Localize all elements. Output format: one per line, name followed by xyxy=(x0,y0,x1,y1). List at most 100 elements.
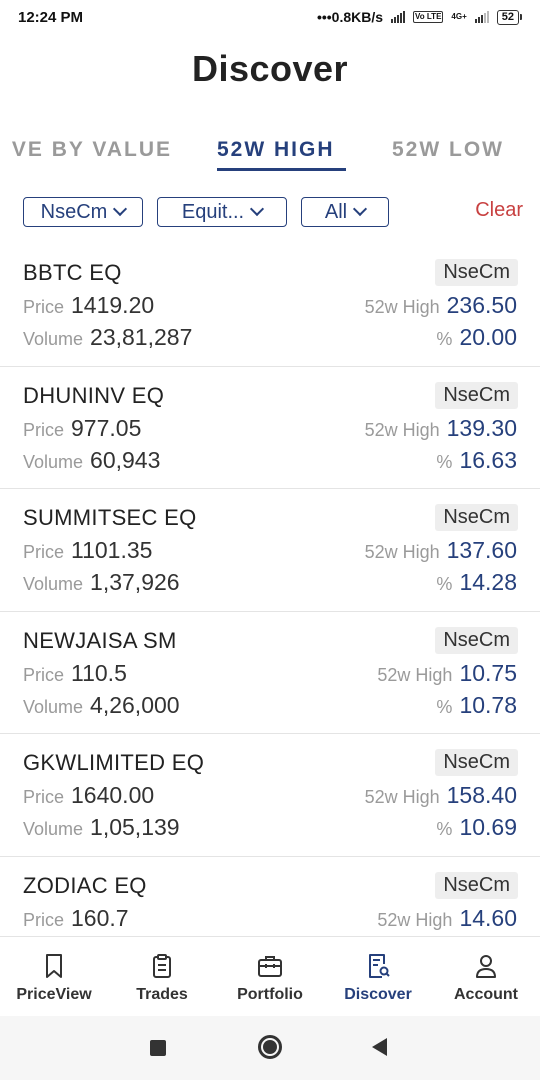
exchange-dropdown[interactable]: NseCm xyxy=(23,197,143,227)
pct-line: % 20.00 xyxy=(436,324,517,351)
net-speed-indicator: •••0.8KB/s xyxy=(316,9,384,25)
stock-row[interactable]: NEWJAISA SM NseCm Price 110.5 Volume 4,26,… xyxy=(0,612,540,734)
recent-apps-button[interactable] xyxy=(150,1040,166,1056)
battery-icon: 52 xyxy=(496,9,522,25)
status-bar: 12:24 PM •••0.8KB/s Vo LTE 4G+ 52 xyxy=(0,0,540,34)
briefcase-icon xyxy=(258,956,282,977)
pct-value: 10.78 xyxy=(459,691,517,718)
stock-symbol: ZODIAC EQ xyxy=(23,872,147,898)
volume-label: Volume xyxy=(23,574,84,594)
stock-row[interactable]: BBTC EQ NseCm Price 1419.20 Volume 23,81,2… xyxy=(0,244,540,367)
high-line: 52w High 14.60 xyxy=(377,905,517,932)
volume-line: Volume 1,05,139 xyxy=(23,814,180,841)
high-value: 14.60 xyxy=(459,904,517,931)
page-title: Discover xyxy=(191,48,349,89)
signal-icon xyxy=(391,11,406,23)
high-value: 236.50 xyxy=(446,292,517,318)
nav-trades[interactable]: Trades xyxy=(108,937,216,1017)
nav-discover[interactable]: Discover xyxy=(324,937,432,1017)
high-label: 52w High xyxy=(364,419,440,440)
volume-label: Volume xyxy=(23,696,84,717)
group-dropdown[interactable]: All xyxy=(301,197,389,227)
price-label: Price xyxy=(23,542,65,562)
price-value: 160.7 xyxy=(71,904,129,931)
chevron-down-icon xyxy=(353,201,368,217)
exchange-dropdown-value: NseCm xyxy=(40,200,108,223)
price-value: 1101.35 xyxy=(71,537,153,563)
stock-row[interactable]: GKWLIMITED EQ NseCm Price 1640.00 Volume 1… xyxy=(0,734,540,857)
stock-row[interactable]: DHUNINV EQ NseCm Price 977.05 Volume 60,94… xyxy=(0,367,540,489)
system-nav-bar xyxy=(0,1016,540,1080)
volume-label: Volume xyxy=(23,329,84,349)
home-button[interactable] xyxy=(258,1035,282,1059)
discover-tabs: VE BY VALUE 52W HIGH 52W LOW xyxy=(0,138,540,178)
pct-label: % xyxy=(436,819,453,839)
price-line: Price 1101.35 xyxy=(23,537,152,564)
user-icon xyxy=(476,955,496,978)
volume-value: 1,37,926 xyxy=(90,569,180,595)
net-speed: 0.8KB/s xyxy=(331,9,384,25)
status-icons: •••0.8KB/s Vo LTE 4G+ 52 xyxy=(317,9,522,25)
nav-account[interactable]: Account xyxy=(432,937,540,1017)
clear-filters-button[interactable]: Clear xyxy=(475,199,523,222)
tab-52w-high[interactable]: 52W HIGH xyxy=(217,138,335,162)
pct-value: 10.69 xyxy=(459,814,517,840)
price-label: Price xyxy=(23,787,65,807)
stock-list[interactable]: BBTC EQ NseCm Price 1419.20 Volume 23,81,2… xyxy=(0,244,540,936)
pct-label: % xyxy=(436,696,453,717)
volume-value: 60,943 xyxy=(90,446,161,473)
status-time: 12:24 PM xyxy=(18,8,84,26)
tab-active-by-value[interactable]: VE BY VALUE xyxy=(12,138,172,162)
nav-label: Discover xyxy=(344,986,412,1003)
exchange-badge: NseCm xyxy=(435,259,518,286)
group-dropdown-value: All xyxy=(324,200,348,223)
price-line: Price 977.05 xyxy=(23,415,141,442)
nav-label: Portfolio xyxy=(237,986,303,1003)
exchange-badge: NseCm xyxy=(435,871,518,899)
volume-line: Volume 23,81,287 xyxy=(23,324,192,351)
stock-row[interactable]: SUMMITSEC EQ NseCm Price 1101.35 Volume 1,… xyxy=(0,489,540,612)
high-line: 52w High 10.75 xyxy=(377,660,517,687)
tab-52w-low[interactable]: 52W LOW xyxy=(392,138,504,162)
stock-symbol: NEWJAISA SM xyxy=(23,627,177,653)
nav-label: Trades xyxy=(136,986,188,1003)
stock-row[interactable]: ZODIAC EQ NseCm Price 160.7 52w High 14.60 xyxy=(0,857,540,937)
volume-value: 1,05,139 xyxy=(90,814,180,840)
high-label: 52w High xyxy=(364,787,440,807)
filter-bar: NseCm Equit... All Clear xyxy=(0,197,540,227)
price-value: 1640.00 xyxy=(71,782,155,808)
battery-level: 52 xyxy=(496,9,519,25)
price-value: 977.05 xyxy=(71,414,142,441)
volume-label: Volume xyxy=(23,819,84,839)
high-line: 52w High 158.40 xyxy=(365,782,517,809)
exchange-badge: NseCm xyxy=(435,504,518,531)
volume-value: 23,81,287 xyxy=(90,324,193,350)
price-label: Price xyxy=(23,664,65,685)
stock-symbol: SUMMITSEC EQ xyxy=(23,505,197,530)
stock-symbol: GKWLIMITED EQ xyxy=(23,750,205,775)
high-value: 158.40 xyxy=(446,782,517,808)
high-line: 52w High 236.50 xyxy=(365,292,517,319)
back-button[interactable] xyxy=(372,1038,387,1056)
high-label: 52w High xyxy=(364,297,440,317)
pct-line: % 10.78 xyxy=(436,692,517,719)
nav-label: PriceView xyxy=(16,986,92,1003)
nav-priceview[interactable]: PriceView xyxy=(0,937,108,1017)
high-line: 52w High 139.30 xyxy=(365,415,517,442)
pct-label: % xyxy=(436,451,453,472)
pct-value: 16.63 xyxy=(459,446,517,473)
price-label: Price xyxy=(23,297,65,317)
pct-value: 20.00 xyxy=(459,324,517,350)
price-value: 110.5 xyxy=(71,659,127,686)
pct-line: % 14.28 xyxy=(436,569,517,596)
price-line: Price 110.5 xyxy=(23,660,127,687)
pct-label: % xyxy=(436,329,453,349)
bottom-nav: PriceView Trades Portfolio Discover Acco… xyxy=(0,936,540,1016)
nav-portfolio[interactable]: Portfolio xyxy=(216,937,324,1017)
signal-icon-2 xyxy=(474,11,489,23)
segment-dropdown[interactable]: Equit... xyxy=(157,197,287,227)
exchange-badge: NseCm xyxy=(435,626,518,654)
price-label: Price xyxy=(23,419,65,440)
volume-line: Volume 4,26,000 xyxy=(23,692,180,719)
high-value: 139.30 xyxy=(446,414,517,441)
